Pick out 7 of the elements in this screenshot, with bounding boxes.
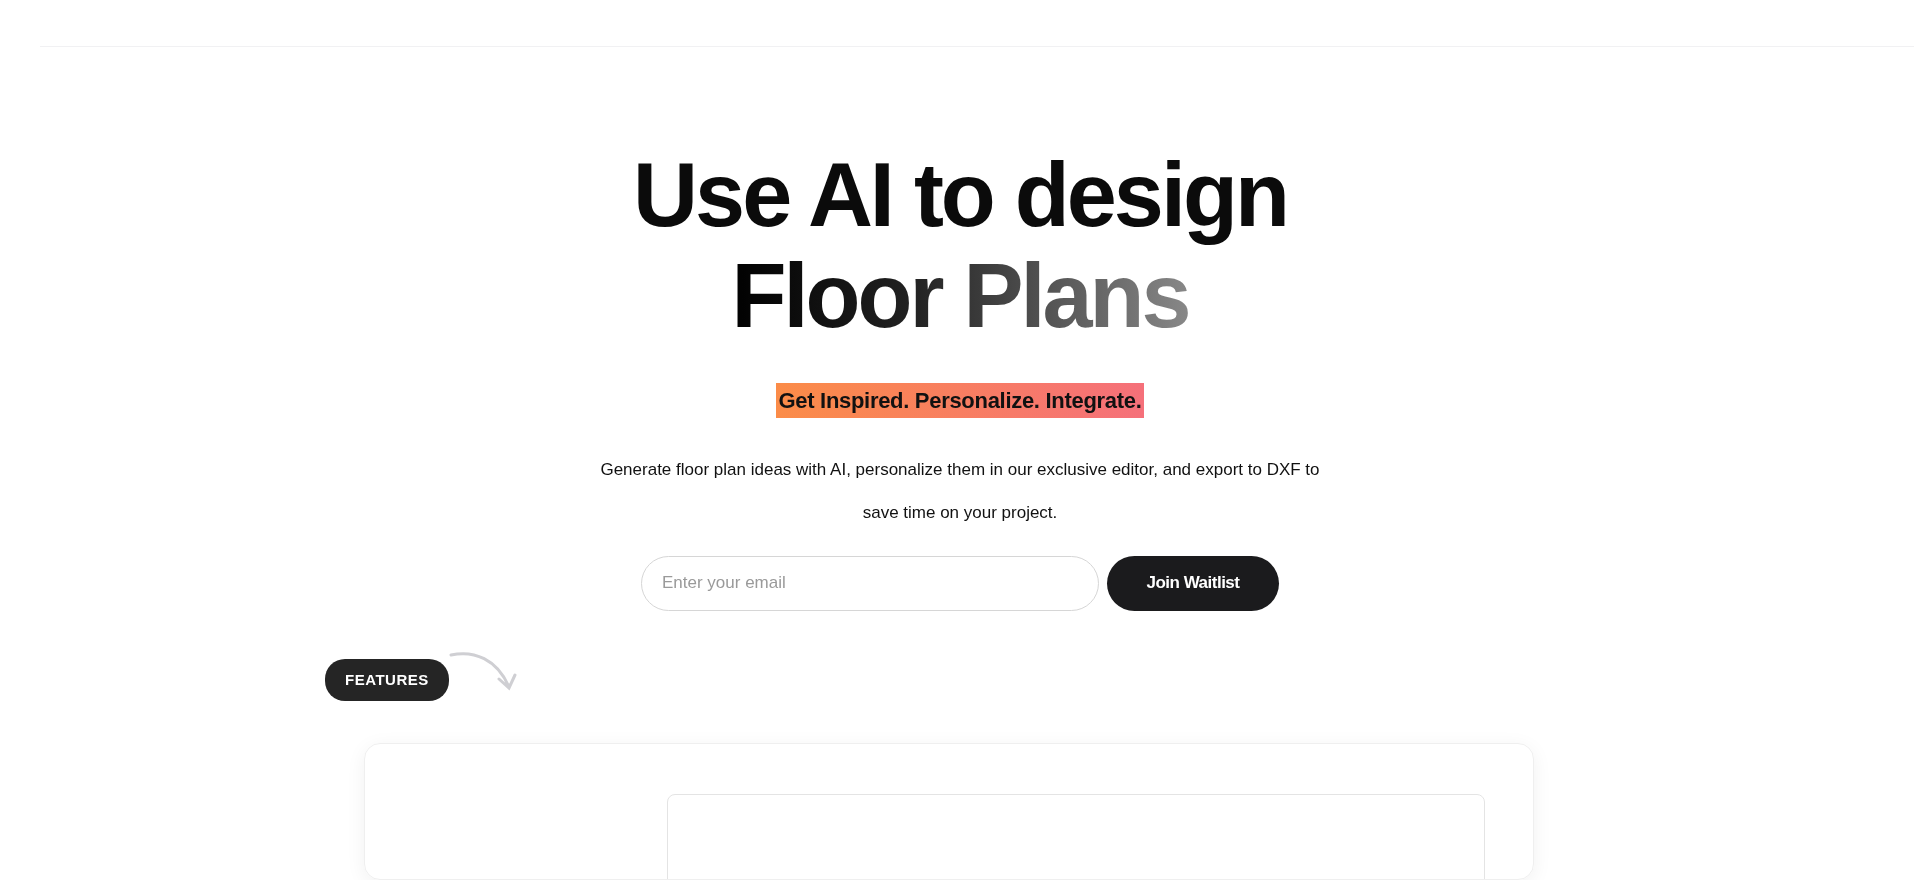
hero-title-line: Use AI to design — [632, 144, 1288, 246]
features-label: FEATURES — [325, 658, 449, 701]
hero-description: Generate floor plan ideas with AI, personalize them in our exclusive editor, and export to DXF to save time on your project. — [600, 458, 1320, 524]
tagline: Get Inspired. Personalize. Integrate. — [776, 382, 1144, 418]
join-waitlist-button[interactable]: Join Waitlist — [1107, 555, 1279, 611]
email-field[interactable]: Enter your email — [641, 555, 1099, 611]
curved-arrow-icon — [448, 650, 519, 693]
